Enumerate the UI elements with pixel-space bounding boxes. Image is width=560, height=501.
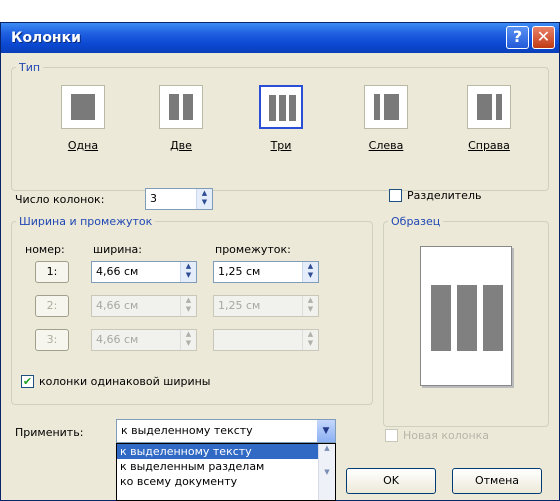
apply-dropdown-list: к выделенному тексту к выделенным раздел… [116, 443, 336, 501]
width-value-2: 4,66 см [96, 299, 139, 312]
apply-combobox[interactable]: к выделенному тексту ▼ [116, 419, 336, 443]
spacing-field-2: 1,25 см ▲ ▼ [213, 295, 319, 317]
column-count-value: 3 [150, 192, 157, 205]
spacing-field-3: ▲ ▼ [213, 329, 319, 351]
apply-option-document[interactable]: ко всему документу [117, 474, 335, 489]
new-column-checkbox [385, 429, 398, 442]
spinner-arrows-icon: ▲ ▼ [180, 296, 196, 316]
width-spacing-legend: Ширина и промежуток [19, 215, 153, 228]
apply-value: к выделенному тексту [121, 424, 253, 437]
separator-checkbox[interactable] [389, 189, 402, 202]
ok-button[interactable]: OK [346, 468, 436, 494]
preview-legend: Образец [391, 215, 441, 228]
type-right[interactable]: Справа [459, 85, 519, 152]
spinner-arrows-icon: ▲ ▼ [180, 330, 196, 350]
width-header: ширина: [93, 243, 142, 256]
spinner-arrows-icon: ▲ ▼ [302, 296, 318, 316]
type-right-label: Справа [468, 139, 510, 152]
type-left[interactable]: Слева [356, 85, 416, 152]
dialog-title: Колонки [11, 30, 81, 46]
equal-width-checkbox[interactable]: ✔ [21, 375, 34, 388]
spinner-arrows-icon[interactable]: ▲ ▼ [196, 189, 212, 209]
right-column-icon [467, 85, 511, 129]
column-number-2: 2: [35, 295, 69, 317]
column-count-spinner[interactable]: 3 ▲ ▼ [145, 188, 213, 210]
spinner-arrows-icon: ▲ ▼ [302, 330, 318, 350]
title-bar[interactable]: Колонки ? ✕ [1, 23, 559, 53]
width-value-3: 4,66 см [96, 333, 139, 346]
apply-option-sections[interactable]: к выделенным разделам [117, 459, 335, 474]
chevron-down-icon[interactable]: ▼ [317, 420, 335, 442]
spacing-field-1[interactable]: 1,25 см ▲ ▼ [213, 261, 319, 283]
one-column-icon [61, 85, 105, 129]
width-value-1: 4,66 см [96, 265, 139, 278]
dropdown-scrollbar[interactable]: ▲ ▼ [318, 444, 335, 500]
separator-label: Разделитель [407, 189, 482, 202]
spinner-arrows-icon[interactable]: ▲ ▼ [302, 262, 318, 282]
type-one[interactable]: Одна [53, 85, 113, 152]
type-two-label: Две [170, 139, 192, 152]
type-group-legend: Тип [19, 61, 41, 74]
spinner-arrows-icon[interactable]: ▲ ▼ [180, 262, 196, 282]
left-column-icon [364, 85, 408, 129]
spacing-value-1: 1,25 см [218, 265, 261, 278]
two-columns-icon [159, 85, 203, 129]
column-count-label: Число колонок: [15, 193, 105, 206]
number-header: номер: [25, 243, 65, 256]
cancel-button[interactable]: Отмена [452, 468, 542, 494]
width-field-3: 4,66 см ▲ ▼ [91, 329, 197, 351]
apply-option-selection[interactable]: к выделенному тексту [117, 444, 335, 459]
column-number-3: 3: [35, 329, 69, 351]
type-left-label: Слева [368, 139, 404, 152]
spacing-header: промежуток: [215, 243, 291, 256]
type-one-label: Одна [67, 139, 99, 152]
width-field-2: 4,66 см ▲ ▼ [91, 295, 197, 317]
preview-page [420, 246, 512, 386]
apply-label: Применить: [15, 426, 84, 439]
type-two[interactable]: Две [151, 85, 211, 152]
close-button[interactable]: ✕ [532, 26, 555, 49]
help-button[interactable]: ? [506, 26, 529, 49]
width-field-1[interactable]: 4,66 см ▲ ▼ [91, 261, 197, 283]
three-columns-icon [259, 85, 303, 129]
new-column-label: Новая колонка [403, 429, 490, 442]
type-three[interactable]: Три [251, 85, 311, 152]
column-number-1[interactable]: 1: [35, 261, 69, 283]
equal-width-label: колонки одинаковой ширины [39, 375, 211, 388]
type-three-label: Три [270, 139, 292, 152]
spacing-value-2: 1,25 см [218, 299, 261, 312]
